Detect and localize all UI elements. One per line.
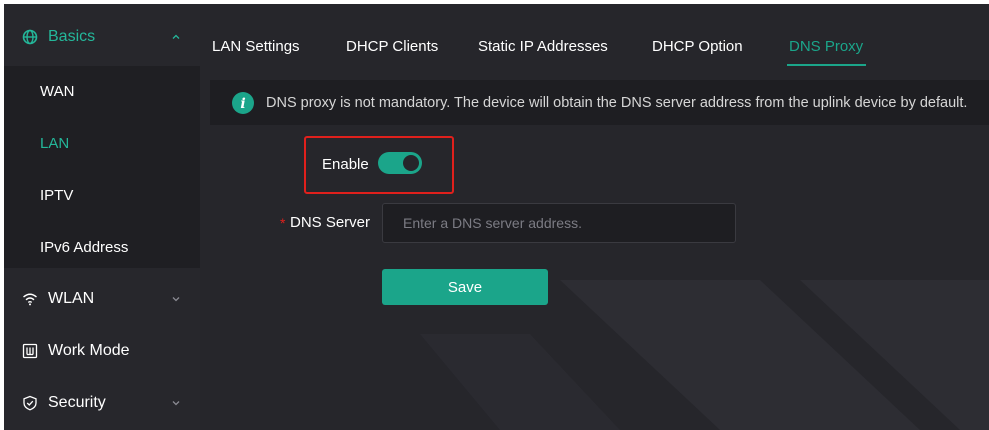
tab-bar: LAN Settings DHCP Clients Static IP Addr… xyxy=(200,4,989,70)
sidebar: Basics WAN LAN IPTV IPv6 Address WLAN Wo… xyxy=(4,4,200,430)
wifi-icon xyxy=(23,293,37,306)
sidebar-group-basics[interactable]: Basics xyxy=(4,12,200,62)
sidebar-item-wan[interactable]: WAN xyxy=(4,66,200,116)
chevron-down-icon xyxy=(172,401,180,406)
sidebar-group-label: WLAN xyxy=(48,290,95,307)
app-frame: Basics WAN LAN IPTV IPv6 Address WLAN Wo… xyxy=(4,4,989,430)
tab-lan-settings[interactable]: LAN Settings xyxy=(212,38,300,62)
tab-dhcp-option[interactable]: DHCP Option xyxy=(652,38,743,62)
chevron-up-icon xyxy=(172,34,180,39)
work-mode-icon xyxy=(22,343,38,359)
active-tab-indicator xyxy=(787,64,866,66)
chevron-down-icon xyxy=(172,297,180,302)
sidebar-item-lan[interactable]: LAN xyxy=(4,118,200,168)
info-notice: i DNS proxy is not mandatory. The device… xyxy=(210,80,989,125)
tab-static-ip-addresses[interactable]: Static IP Addresses xyxy=(478,38,608,62)
svg-text:i: i xyxy=(240,96,245,112)
basics-submenu: WAN LAN IPTV IPv6 Address xyxy=(4,66,200,268)
sidebar-group-security[interactable]: Security xyxy=(4,378,200,428)
sidebar-item-iptv[interactable]: IPTV xyxy=(4,170,200,220)
info-icon: i xyxy=(232,91,254,114)
save-button[interactable]: Save xyxy=(382,269,548,305)
globe-icon xyxy=(22,29,38,45)
toggle-knob xyxy=(403,155,419,171)
enable-label: Enable xyxy=(322,156,369,173)
shield-icon xyxy=(23,395,37,411)
sidebar-group-label: Work Mode xyxy=(48,342,130,359)
main-content: LAN Settings DHCP Clients Static IP Addr… xyxy=(200,4,989,430)
enable-toggle[interactable] xyxy=(378,152,422,174)
sidebar-item-ipv6-address[interactable]: IPv6 Address xyxy=(4,222,200,272)
dns-server-input[interactable] xyxy=(382,203,736,243)
required-mark: * xyxy=(280,215,286,231)
sidebar-group-label: Basics xyxy=(48,28,96,45)
sidebar-group-work-mode[interactable]: Work Mode xyxy=(4,326,200,376)
notice-text: DNS proxy is not mandatory. The device w… xyxy=(266,94,968,111)
tab-dns-proxy[interactable]: DNS Proxy xyxy=(789,38,863,62)
sidebar-group-wlan[interactable]: WLAN xyxy=(4,274,200,324)
tab-dhcp-clients[interactable]: DHCP Clients xyxy=(346,38,438,62)
sidebar-group-label: Security xyxy=(48,394,106,411)
dns-server-label: DNS Server xyxy=(290,214,371,231)
